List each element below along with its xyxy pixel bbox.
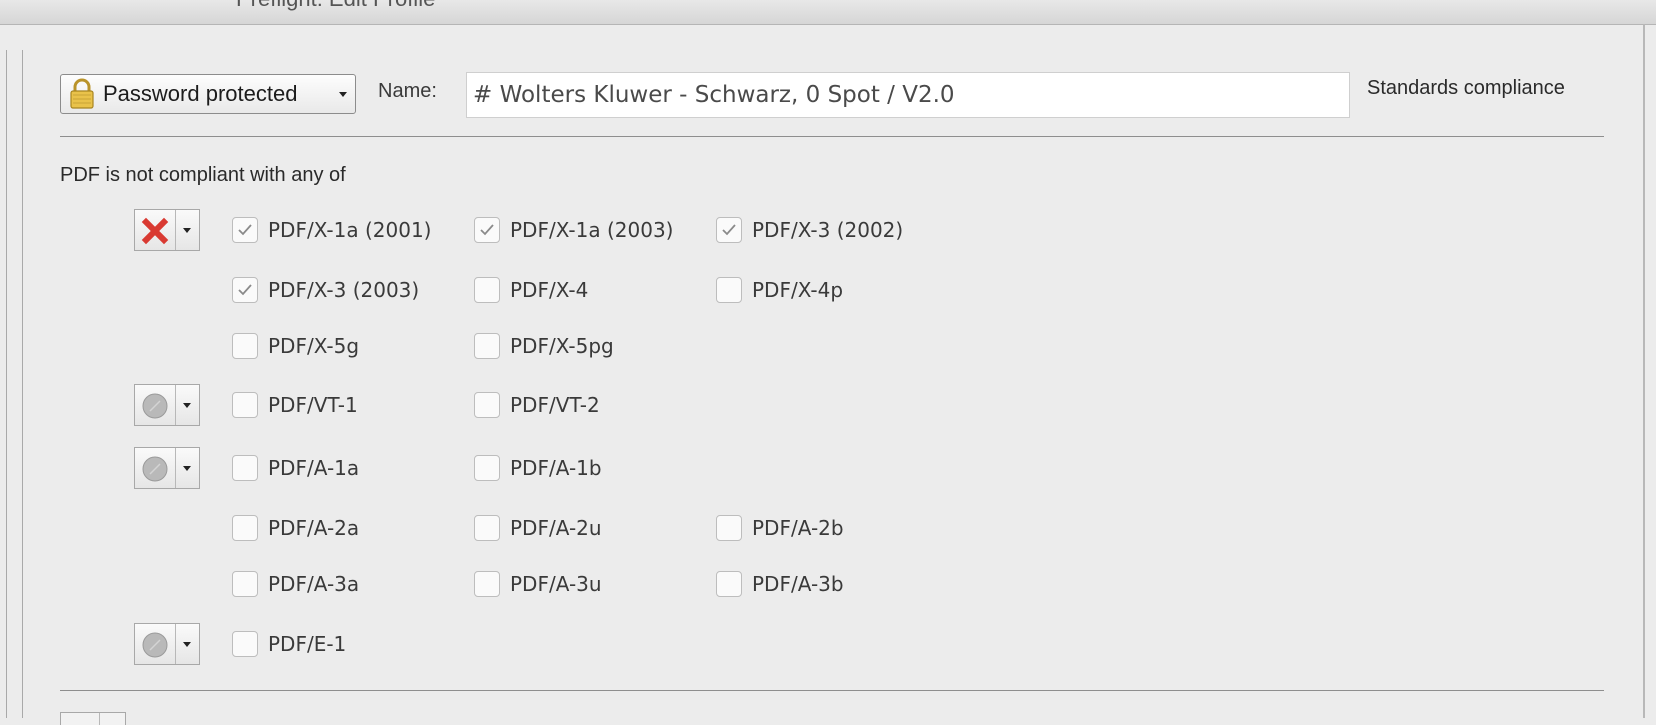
standard-checkbox[interactable]: PDF/X-4p: [716, 277, 843, 303]
standard-label: PDF/A-2u: [510, 516, 602, 540]
checkbox-box[interactable]: [716, 217, 742, 243]
standard-label: PDF/A-2b: [752, 516, 844, 540]
compliance-status-popup[interactable]: [134, 623, 200, 665]
checkbox-box[interactable]: [232, 571, 258, 597]
password-protected-label: Password protected: [103, 81, 298, 106]
dropdown-arrow-icon: [183, 466, 191, 471]
checkbox-box[interactable]: [716, 277, 742, 303]
left-divider: [6, 50, 7, 718]
checkbox-box[interactable]: [474, 217, 500, 243]
checkbox-box[interactable]: [716, 515, 742, 541]
checkbox-box[interactable]: [232, 392, 258, 418]
standard-checkbox[interactable]: PDF/A-1b: [474, 455, 602, 481]
gray-circle-icon: [142, 632, 168, 658]
gray-circle-icon: [142, 456, 168, 482]
standard-checkbox[interactable]: PDF/VT-1: [232, 392, 358, 418]
standard-label: PDF/X-4: [510, 278, 589, 302]
standard-checkbox[interactable]: PDF/A-2u: [474, 515, 602, 541]
standard-checkbox[interactable]: PDF/A-2b: [716, 515, 844, 541]
checkmark-icon: [480, 224, 494, 236]
standard-label: PDF/A-2a: [268, 516, 360, 540]
checkbox-box[interactable]: [232, 631, 258, 657]
standard-label: PDF/A-1b: [510, 456, 602, 480]
checkmark-icon: [238, 224, 252, 236]
standard-label: PDF/X-5g: [268, 334, 360, 358]
standard-checkbox[interactable]: PDF/X-1a (2003): [474, 217, 673, 243]
checkbox-box[interactable]: [232, 333, 258, 359]
standard-checkbox[interactable]: PDF/X-3 (2003): [232, 277, 419, 303]
checkmark-icon: [238, 284, 252, 296]
standard-label: PDF/X-5pg: [510, 334, 614, 358]
password-protected-popup[interactable]: Password protected: [60, 74, 356, 114]
standard-checkbox[interactable]: PDF/X-5pg: [474, 333, 614, 359]
compliance-intro: PDF is not compliant with any of: [60, 164, 346, 186]
separator: [60, 136, 1604, 137]
standard-checkbox[interactable]: PDF/X-4: [474, 277, 588, 303]
standard-checkbox[interactable]: PDF/E-1: [232, 631, 346, 657]
compliance-status-popup[interactable]: [134, 209, 200, 251]
standard-checkbox[interactable]: PDF/X-1a (2001): [232, 217, 431, 243]
profile-name-field[interactable]: [466, 72, 1350, 118]
dropdown-arrow-icon: [183, 403, 191, 408]
standard-label: PDF/X-4p: [752, 278, 844, 302]
checkbox-box[interactable]: [232, 515, 258, 541]
standard-label: PDF/X-3 (2003): [268, 278, 420, 302]
standard-label: PDF/A-1a: [268, 456, 360, 480]
checkbox-box[interactable]: [232, 217, 258, 243]
checkbox-box[interactable]: [474, 277, 500, 303]
checkmark-icon: [722, 224, 736, 236]
standard-label: PDF/E-1: [268, 632, 347, 656]
checkbox-box[interactable]: [232, 455, 258, 481]
left-divider: [22, 50, 23, 718]
red-x-icon: [141, 217, 169, 245]
dropdown-arrow-icon: [183, 228, 191, 233]
checkbox-box[interactable]: [474, 333, 500, 359]
standard-checkbox[interactable]: PDF/X-3 (2002): [716, 217, 903, 243]
standard-checkbox[interactable]: PDF/A-3u: [474, 571, 602, 597]
checkbox-box[interactable]: [474, 515, 500, 541]
checkbox-box[interactable]: [474, 455, 500, 481]
window-edge: [1643, 24, 1645, 718]
standard-label: PDF/X-1a (2003): [510, 218, 674, 242]
lock-icon: [70, 78, 94, 109]
standard-label: PDF/A-3a: [268, 572, 360, 596]
standard-label: PDF/X-1a (2001): [268, 218, 432, 242]
compliance-status-popup[interactable]: [134, 384, 200, 426]
standard-checkbox[interactable]: PDF/X-5g: [232, 333, 359, 359]
checkbox-box[interactable]: [232, 277, 258, 303]
checkbox-box[interactable]: [716, 571, 742, 597]
section-title: Standards compliance: [1367, 77, 1565, 99]
gray-circle-icon: [142, 393, 168, 419]
standard-label: PDF/VT-1: [268, 393, 358, 417]
standard-label: PDF/X-3 (2002): [752, 218, 904, 242]
standard-checkbox[interactable]: PDF/A-3a: [232, 571, 359, 597]
window-title: Preflight: Edit Profile: [236, 0, 435, 12]
standard-checkbox[interactable]: PDF/A-3b: [716, 571, 844, 597]
dropdown-arrow-icon: [339, 92, 347, 97]
checkbox-box[interactable]: [474, 571, 500, 597]
dropdown-arrow-icon: [183, 642, 191, 647]
standard-label: PDF/VT-2: [510, 393, 600, 417]
standard-label: PDF/A-3u: [510, 572, 602, 596]
standard-checkbox[interactable]: PDF/A-1a: [232, 455, 359, 481]
next-section-popup[interactable]: [60, 712, 126, 725]
checkbox-box[interactable]: [474, 392, 500, 418]
compliance-status-popup[interactable]: [134, 447, 200, 489]
window-titlebar: Preflight: Edit Profile: [0, 0, 1656, 25]
standard-checkbox[interactable]: PDF/VT-2: [474, 392, 600, 418]
name-label: Name:: [378, 80, 437, 102]
separator: [60, 690, 1604, 691]
standard-checkbox[interactable]: PDF/A-2a: [232, 515, 359, 541]
standard-label: PDF/A-3b: [752, 572, 844, 596]
